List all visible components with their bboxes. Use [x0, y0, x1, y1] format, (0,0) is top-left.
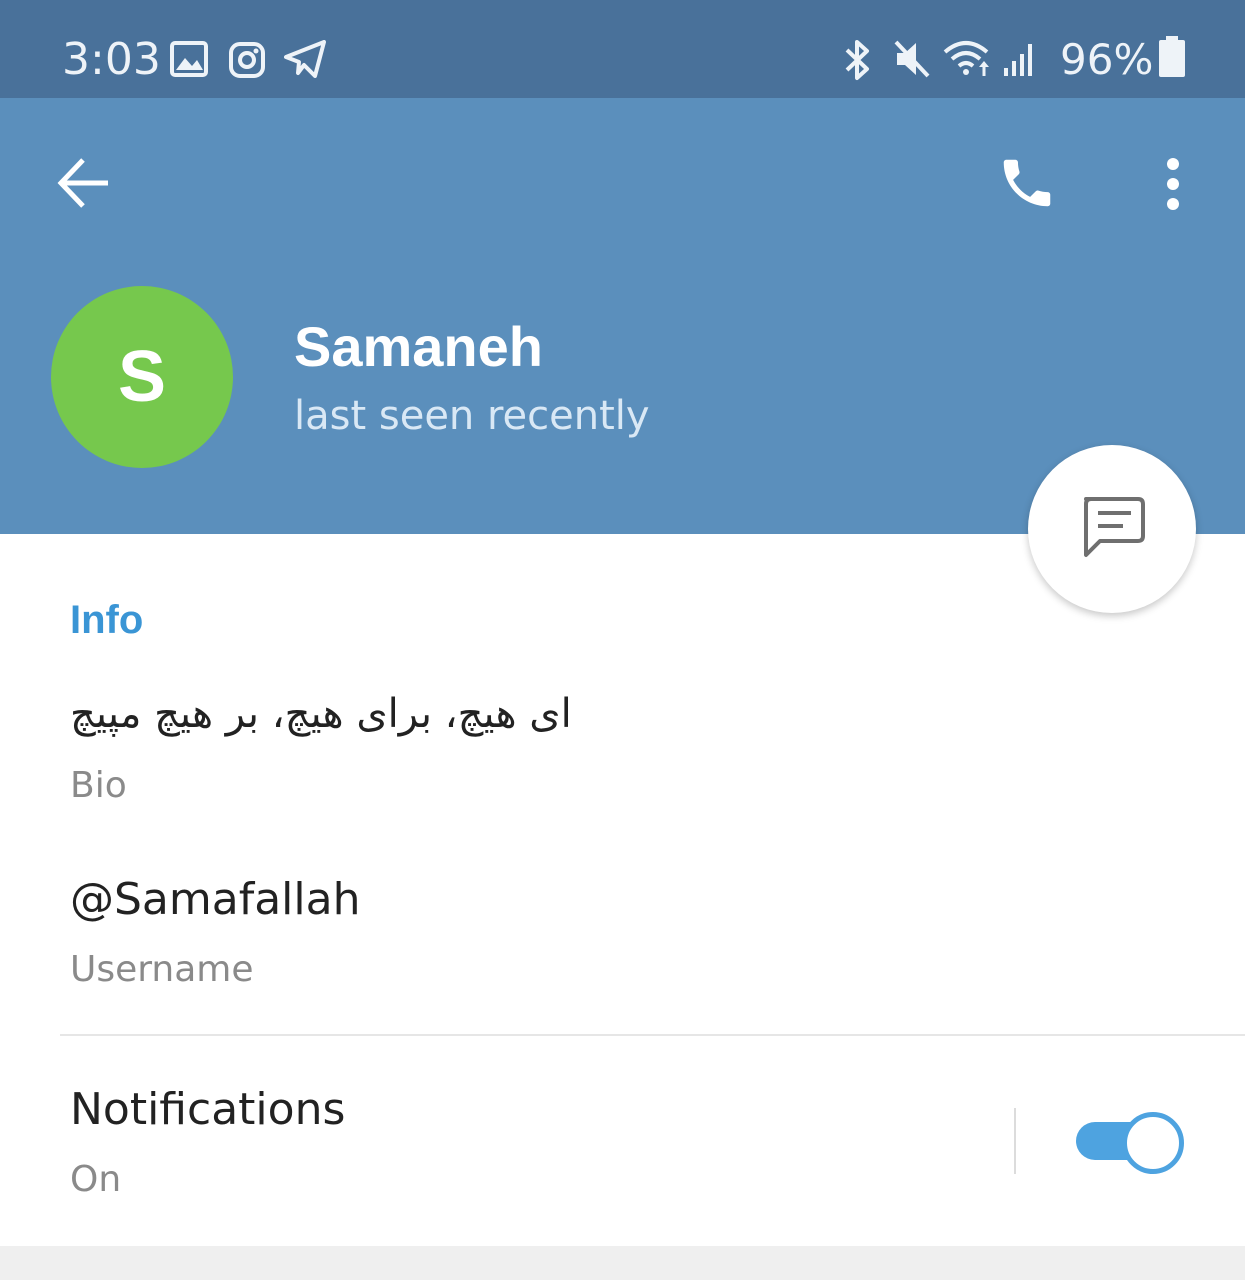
notifications-state: On: [70, 1159, 122, 1200]
mute-icon: [894, 40, 930, 78]
section-divider: [60, 1034, 1245, 1036]
arrow-left-icon[interactable]: [54, 154, 114, 212]
status-time: 3:03: [62, 34, 161, 85]
wifi-icon: [943, 41, 989, 76]
phone-icon[interactable]: [996, 152, 1058, 214]
avatar[interactable]: S: [51, 286, 233, 468]
instagram-icon: [229, 42, 265, 78]
gallery-icon: [170, 41, 208, 77]
bottom-background: [0, 1246, 1245, 1280]
battery-percentage: 96%: [1060, 35, 1154, 84]
info-section-title: Info: [70, 598, 144, 642]
more-vertical-icon[interactable]: [1160, 156, 1186, 212]
bio-label: Bio: [70, 765, 127, 806]
bio-value[interactable]: ای هیچ، برای هیچ، بر هیچ مپیچ: [70, 684, 630, 744]
vertical-divider: [1014, 1108, 1016, 1174]
notifications-toggle[interactable]: [1076, 1110, 1184, 1174]
telegram-icon: [284, 40, 326, 78]
battery-icon: [1159, 36, 1185, 77]
message-icon: [1084, 497, 1145, 557]
bluetooth-icon: [845, 40, 869, 80]
send-message-button[interactable]: [1028, 445, 1196, 613]
profile-name: Samaneh: [294, 315, 543, 378]
username-value[interactable]: @Samafallah: [70, 870, 360, 930]
notifications-title[interactable]: Notifications: [70, 1080, 345, 1140]
profile-last-seen: last seen recently: [294, 393, 650, 439]
toggle-knob: [1122, 1112, 1184, 1174]
username-label: Username: [70, 949, 254, 990]
signal-icon: [1004, 44, 1032, 76]
